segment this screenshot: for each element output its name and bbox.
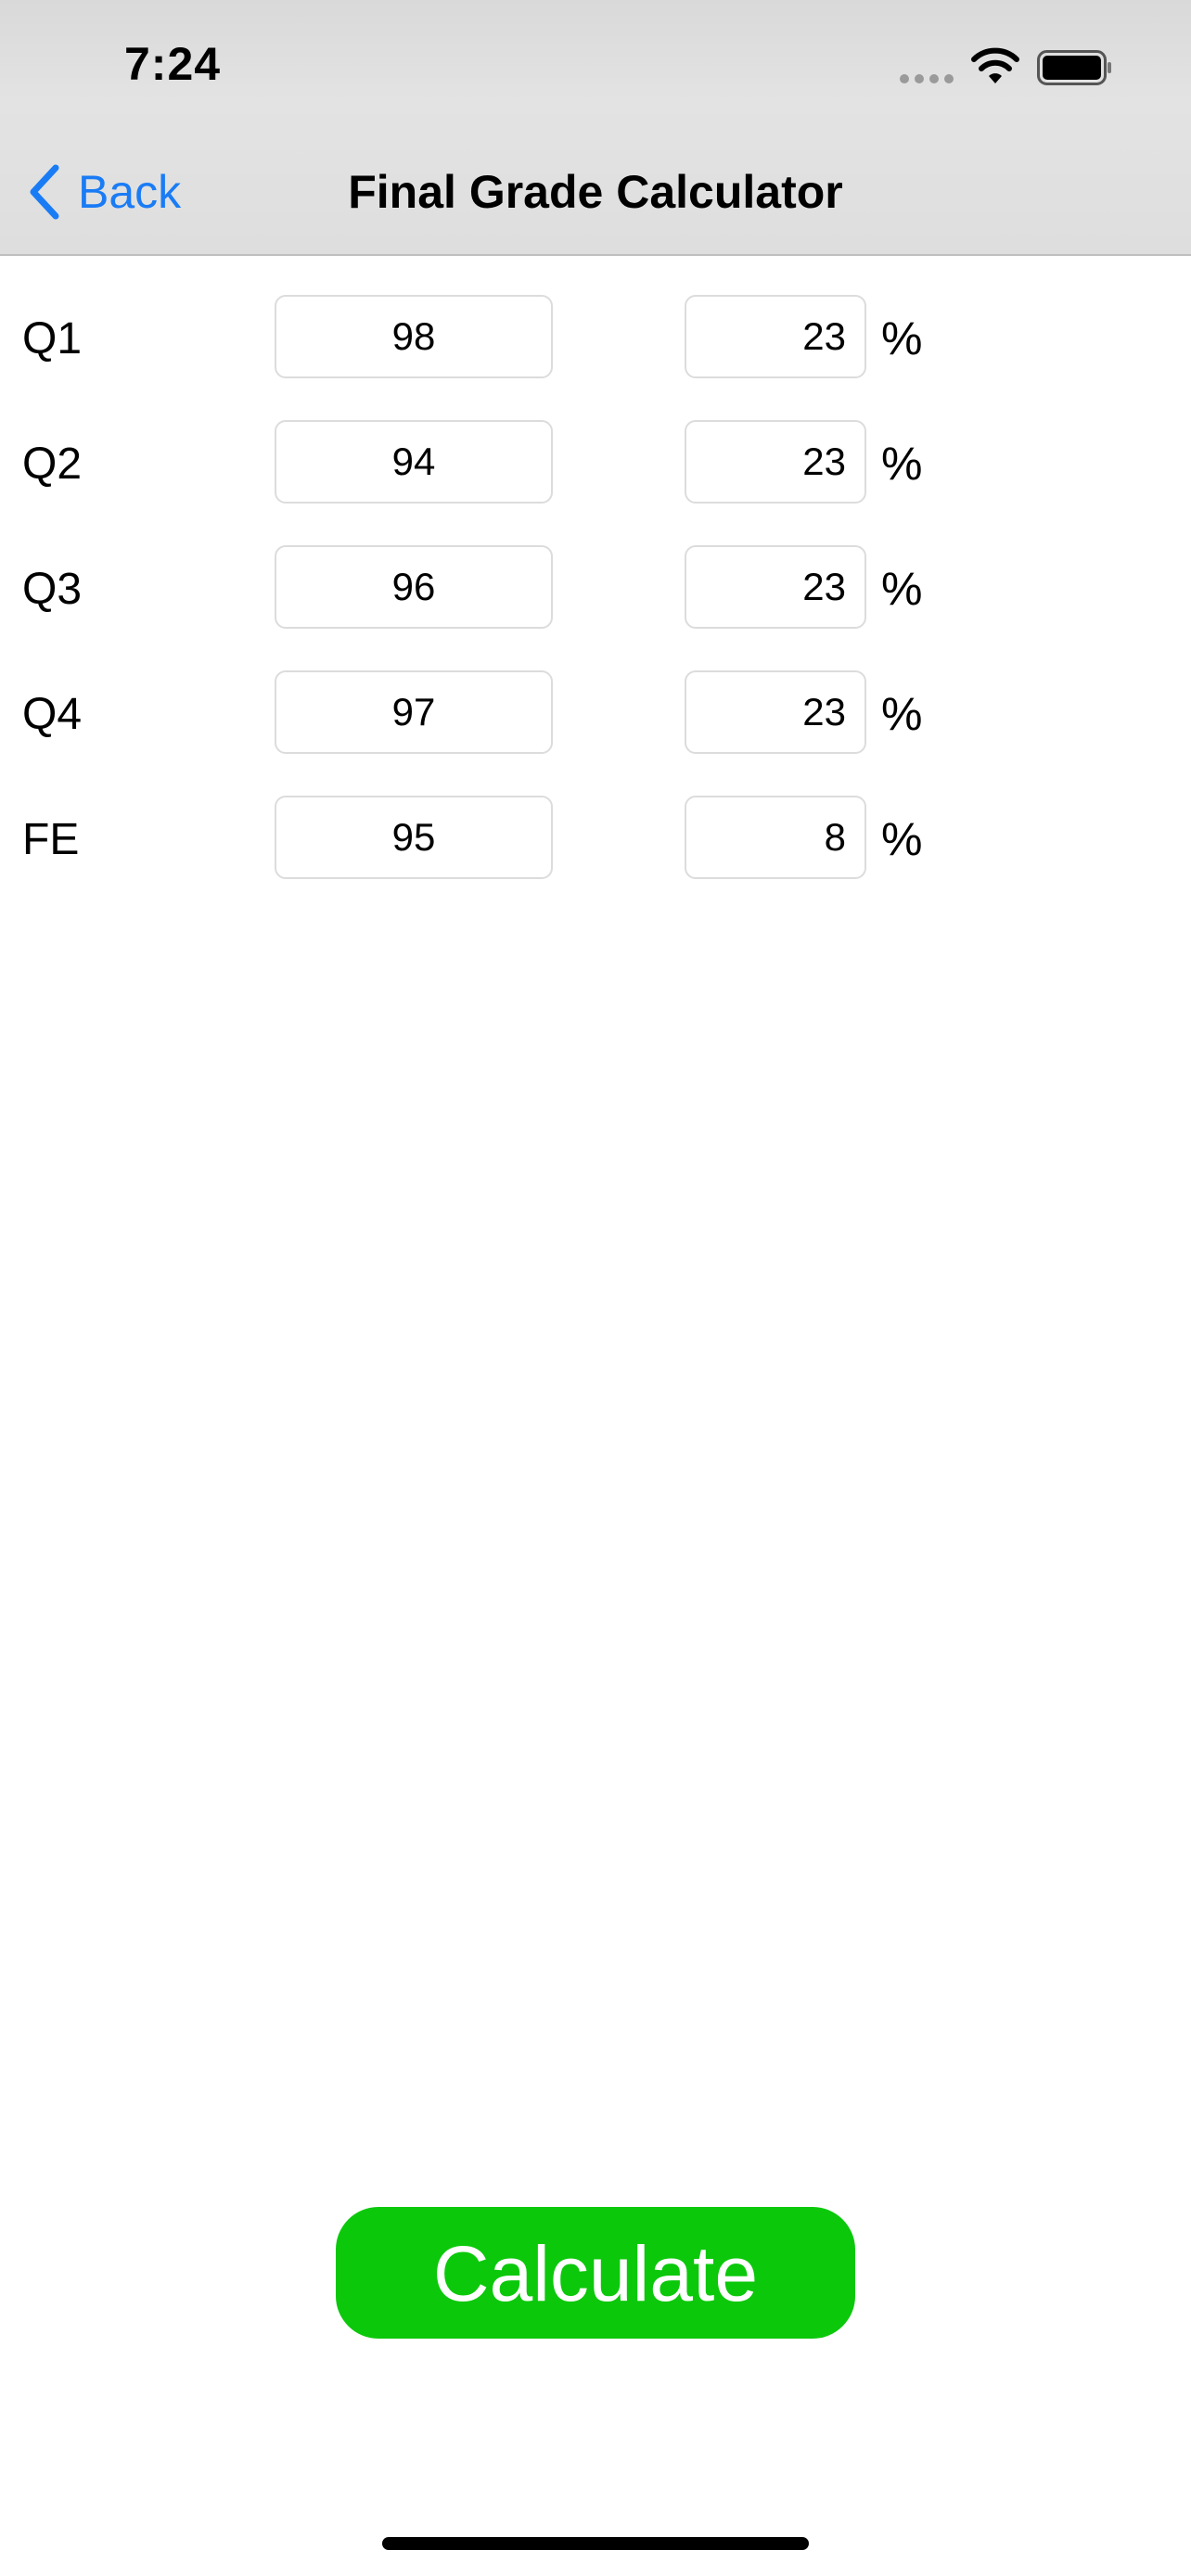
percent-label: % (881, 813, 923, 865)
percent-label: % (881, 438, 923, 490)
page-title: Final Grade Calculator (348, 166, 843, 218)
wifi-icon (971, 47, 1019, 83)
grade-row-q4: Q4 % (0, 670, 1191, 758)
row-label: Q2 (22, 440, 83, 489)
percent-label: % (881, 688, 923, 740)
percent-label: % (881, 563, 923, 615)
grade-row-q3: Q3 % (0, 545, 1191, 632)
weight-input-q2[interactable] (685, 420, 866, 504)
cellular-signal-icon (900, 74, 957, 85)
score-input-q4[interactable] (275, 670, 553, 754)
status-time: 7:24 (124, 38, 222, 90)
home-indicator[interactable] (382, 2537, 809, 2550)
grade-row-q2: Q2 % (0, 420, 1191, 507)
row-label: Q3 (22, 565, 83, 614)
score-input-q2[interactable] (275, 420, 553, 504)
grade-row-fe: FE % (0, 796, 1191, 883)
score-input-q1[interactable] (275, 295, 553, 378)
weight-input-q1[interactable] (685, 295, 866, 378)
battery-icon (1037, 50, 1111, 85)
weight-input-q4[interactable] (685, 670, 866, 754)
weight-input-q3[interactable] (685, 545, 866, 629)
weight-input-fe[interactable] (685, 796, 866, 879)
grade-row-q1: Q1 % (0, 295, 1191, 382)
score-input-fe[interactable] (275, 796, 553, 879)
percent-label: % (881, 312, 923, 364)
row-label: Q4 (22, 690, 83, 739)
navigation-header: 7:24 Back Final Grade Calculator (0, 0, 1191, 256)
score-input-q3[interactable] (275, 545, 553, 629)
row-label: Q1 (22, 314, 83, 363)
calculate-button[interactable]: Calculate (336, 2207, 855, 2339)
row-label: FE (22, 815, 80, 864)
